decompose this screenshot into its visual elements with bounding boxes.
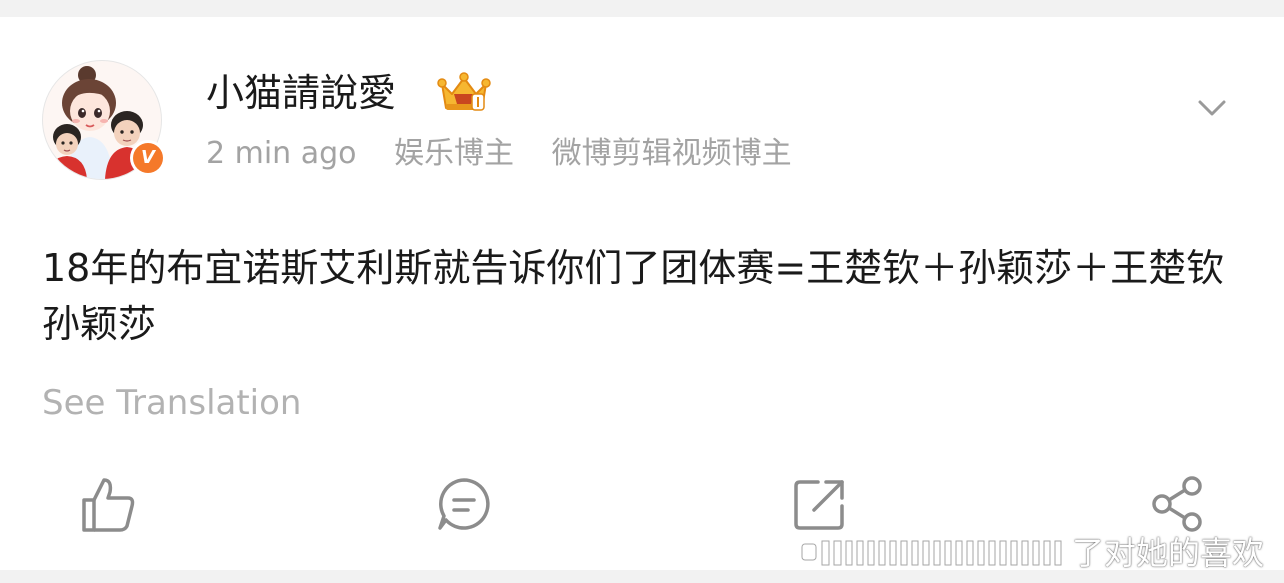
repost-button[interactable] xyxy=(788,472,852,536)
watermark-text: 了对她的喜欢 xyxy=(1072,534,1265,572)
watermark-handle-image xyxy=(801,540,1062,566)
post-time: 2 min ago xyxy=(206,136,357,171)
author-tag: 娱乐博主 xyxy=(394,136,515,171)
share-button[interactable] xyxy=(1146,472,1210,536)
watermark: 了对她的喜欢 xyxy=(800,531,1284,575)
author-tag: 微博剪辑视频博主 xyxy=(551,136,792,171)
author-name[interactable]: 小猫請說愛 xyxy=(206,70,396,116)
comment-bubble-icon xyxy=(438,478,490,530)
post-meta: 2 min ago 娱乐博主 微博剪辑视频博主 xyxy=(206,134,820,174)
see-translation-link[interactable]: See Translation xyxy=(42,381,301,425)
like-button[interactable] xyxy=(76,472,140,536)
chevron-down-icon[interactable] xyxy=(1196,91,1228,123)
share-icon xyxy=(1152,476,1202,532)
post-text: 18年的布宜诺斯艾利斯就告诉你们了团体赛=王楚钦＋孙颖莎＋王楚钦孙颖莎 xyxy=(42,246,1225,346)
crown-icon[interactable] xyxy=(436,70,492,116)
comment-button[interactable] xyxy=(432,472,496,536)
verified-icon: V xyxy=(133,143,163,173)
repost-arrow-icon xyxy=(794,480,844,530)
post-card[interactable]: V 小猫請說愛 2 min ago 娱乐博主 微博剪辑视频博主 18年的布宜诺斯… xyxy=(0,17,1284,570)
verified-badge: V xyxy=(130,140,166,176)
avatar[interactable]: V xyxy=(42,60,166,180)
thumbs-up-icon xyxy=(82,478,135,532)
